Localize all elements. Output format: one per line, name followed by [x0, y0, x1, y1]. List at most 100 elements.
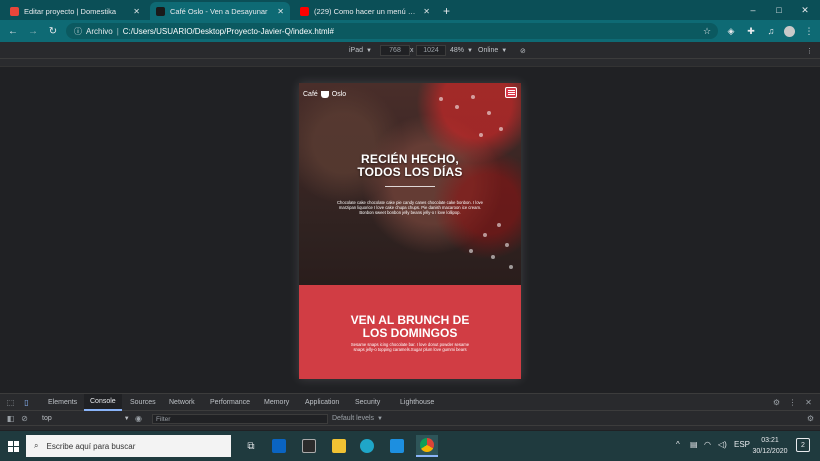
device-toolbar: iPad ▼ 768 x 1024 48% ▼ Online ▼ ⊘ ⋮: [0, 42, 820, 59]
folder-icon: [332, 439, 346, 453]
extension-icon[interactable]: ◈: [724, 24, 738, 38]
devtools-tabs: ⬚ ▯ Elements Console Sources Network Per…: [0, 394, 820, 411]
device-select[interactable]: iPad ▼: [349, 45, 372, 56]
tab-strip: Editar proyecto | Domestika ✕ Café Oslo …: [0, 0, 820, 20]
close-tab-icon[interactable]: ✕: [423, 7, 430, 16]
close-tab-icon[interactable]: ✕: [277, 7, 284, 16]
chevron-down-icon: ▼: [501, 47, 508, 54]
media-icon[interactable]: ♫: [764, 24, 778, 38]
rotate-icon[interactable]: ⊘: [520, 45, 526, 56]
info-icon[interactable]: ⓘ: [74, 26, 82, 37]
system-clock[interactable]: 03:21 30/12/2020: [748, 435, 792, 457]
chrome-app-button[interactable]: [416, 435, 438, 457]
tab-title: Editar proyecto | Domestika: [24, 6, 116, 16]
tab-network[interactable]: Network: [163, 394, 201, 411]
maximize-button[interactable]: □: [766, 0, 792, 20]
brunch-title: VEN AL BRUNCH DE LOS DOMINGOS: [299, 314, 521, 340]
browser-tab-domestika[interactable]: Editar proyecto | Domestika ✕: [4, 2, 146, 20]
address-prefix: Archivo: [86, 26, 113, 36]
tab-title: (229) Como hacer un menú de n: [314, 6, 420, 16]
context-select[interactable]: top ▼: [42, 413, 130, 424]
close-window-button[interactable]: ✕: [792, 0, 818, 20]
more-menu-icon[interactable]: ⋮: [802, 24, 816, 38]
task-view-button[interactable]: ⧉: [240, 435, 262, 457]
edge-icon: [360, 439, 374, 453]
device-width-input[interactable]: 768: [380, 45, 410, 56]
new-tab-button[interactable]: +: [440, 2, 456, 20]
devtools-panel: ⬚ ▯ Elements Console Sources Network Per…: [0, 393, 820, 430]
levels-value: Default levels: [332, 415, 375, 422]
mail-app-button[interactable]: [268, 435, 290, 457]
site-logo[interactable]: Café Oslo: [303, 91, 346, 98]
settings-gear-icon[interactable]: ⚙: [770, 396, 783, 409]
clear-console-icon[interactable]: ⊘: [18, 412, 31, 425]
tab-security[interactable]: Security: [349, 394, 386, 411]
network-mode: Online: [478, 47, 499, 54]
chevron-down-icon: ▼: [366, 47, 372, 54]
address-separator: |: [116, 26, 119, 36]
network-select[interactable]: Online ▼: [478, 45, 507, 56]
start-button[interactable]: [0, 431, 26, 461]
inspect-element-icon[interactable]: ⬚: [4, 396, 17, 409]
tab-console[interactable]: Console: [84, 394, 122, 411]
cafe-favicon-icon: [156, 6, 165, 16]
browser-toolbar: ← → ↻ ⓘ Archivo | C:/Users/USUARIO/Deskt…: [0, 20, 820, 42]
address-bar[interactable]: ⓘ Archivo | C:/Users/USUARIO/Desktop/Pro…: [66, 23, 718, 39]
zoom-select[interactable]: 48% ▼: [450, 45, 473, 56]
chevron-down-icon: ▼: [467, 47, 473, 54]
tab-title: Café Oslo - Ven a Desayunar: [170, 6, 268, 16]
brunch-text: Sesame snaps icing chocolate bar. I love…: [350, 342, 470, 352]
avatar[interactable]: [782, 24, 796, 38]
hero-title-line2: TODOS LOS DÍAS: [357, 165, 463, 179]
close-tab-icon[interactable]: ✕: [133, 7, 140, 16]
console-filter-input[interactable]: Filter: [152, 414, 328, 424]
puzzle-extensions-icon[interactable]: ✚: [744, 24, 758, 38]
device-more-icon[interactable]: ⋮: [806, 45, 813, 56]
devtools-more-icon[interactable]: ⋮: [786, 396, 799, 409]
eye-icon[interactable]: ◉: [132, 412, 145, 425]
tab-elements[interactable]: Elements: [42, 394, 83, 411]
youtube-favicon-icon: [300, 6, 309, 16]
taskbar-search-input[interactable]: ⌕ Escribe aquí para buscar: [26, 435, 231, 457]
volume-icon[interactable]: ◁): [718, 440, 727, 449]
device-toggle-icon[interactable]: ▯: [20, 396, 33, 409]
console-toolbar: ◧ ⊘ top ▼ ◉ Filter Default levels ▼ ⚙: [0, 411, 820, 426]
brunch-title-line2: LOS DOMINGOS: [362, 326, 458, 340]
show-hidden-icons-icon[interactable]: ^: [676, 440, 680, 449]
edge-app-button[interactable]: [356, 435, 378, 457]
forward-arrow-icon[interactable]: →: [25, 23, 41, 39]
hero-section: Café Oslo RECIÉN HECHO, TODOS LOS DÍAS C…: [299, 83, 521, 285]
browser-tab-cafe-oslo[interactable]: Café Oslo - Ven a Desayunar ✕: [150, 2, 290, 20]
console-settings-icon[interactable]: ⚙: [804, 412, 817, 425]
context-value: top: [42, 415, 52, 422]
windows-taskbar: ⌕ Escribe aquí para buscar ⧉ ^ ▤ ◠ ◁) ES…: [0, 431, 820, 461]
network-icon[interactable]: ▤: [690, 440, 698, 449]
hamburger-menu-button[interactable]: [505, 87, 517, 98]
close-devtools-icon[interactable]: ✕: [802, 396, 815, 409]
browser-tab-youtube[interactable]: (229) Como hacer un menú de n ✕: [294, 2, 436, 20]
log-levels-select[interactable]: Default levels ▼: [332, 413, 383, 424]
tab-sources[interactable]: Sources: [124, 394, 162, 411]
bookmark-star-icon[interactable]: ☆: [700, 24, 714, 38]
clock-date: 30/12/2020: [752, 448, 788, 455]
hero-title: RECIÉN HECHO, TODOS LOS DÍAS: [299, 153, 521, 179]
back-arrow-icon[interactable]: ←: [5, 23, 21, 39]
wifi-icon[interactable]: ◠: [704, 440, 711, 449]
domestika-favicon-icon: [10, 6, 19, 16]
logo-text-right: Oslo: [331, 91, 347, 98]
minimize-button[interactable]: –: [740, 0, 766, 20]
device-height-input[interactable]: 1024: [416, 45, 446, 56]
tab-application[interactable]: Application: [299, 394, 345, 411]
tab-lighthouse[interactable]: Lighthouse: [394, 394, 440, 411]
sidebar-toggle-icon[interactable]: ◧: [4, 412, 17, 425]
brunch-section: VEN AL BRUNCH DE LOS DOMINGOS Sesame sna…: [299, 285, 521, 379]
coffee-cup-icon: [320, 91, 329, 98]
notifications-button[interactable]: 2: [796, 438, 810, 452]
file-explorer-button[interactable]: [328, 435, 350, 457]
vscode-app-button[interactable]: [386, 435, 408, 457]
reload-icon[interactable]: ↻: [45, 23, 61, 39]
store-app-button[interactable]: [298, 435, 320, 457]
zoom-level: 48%: [450, 47, 465, 54]
tab-performance[interactable]: Performance: [204, 394, 256, 411]
tab-memory[interactable]: Memory: [258, 394, 295, 411]
